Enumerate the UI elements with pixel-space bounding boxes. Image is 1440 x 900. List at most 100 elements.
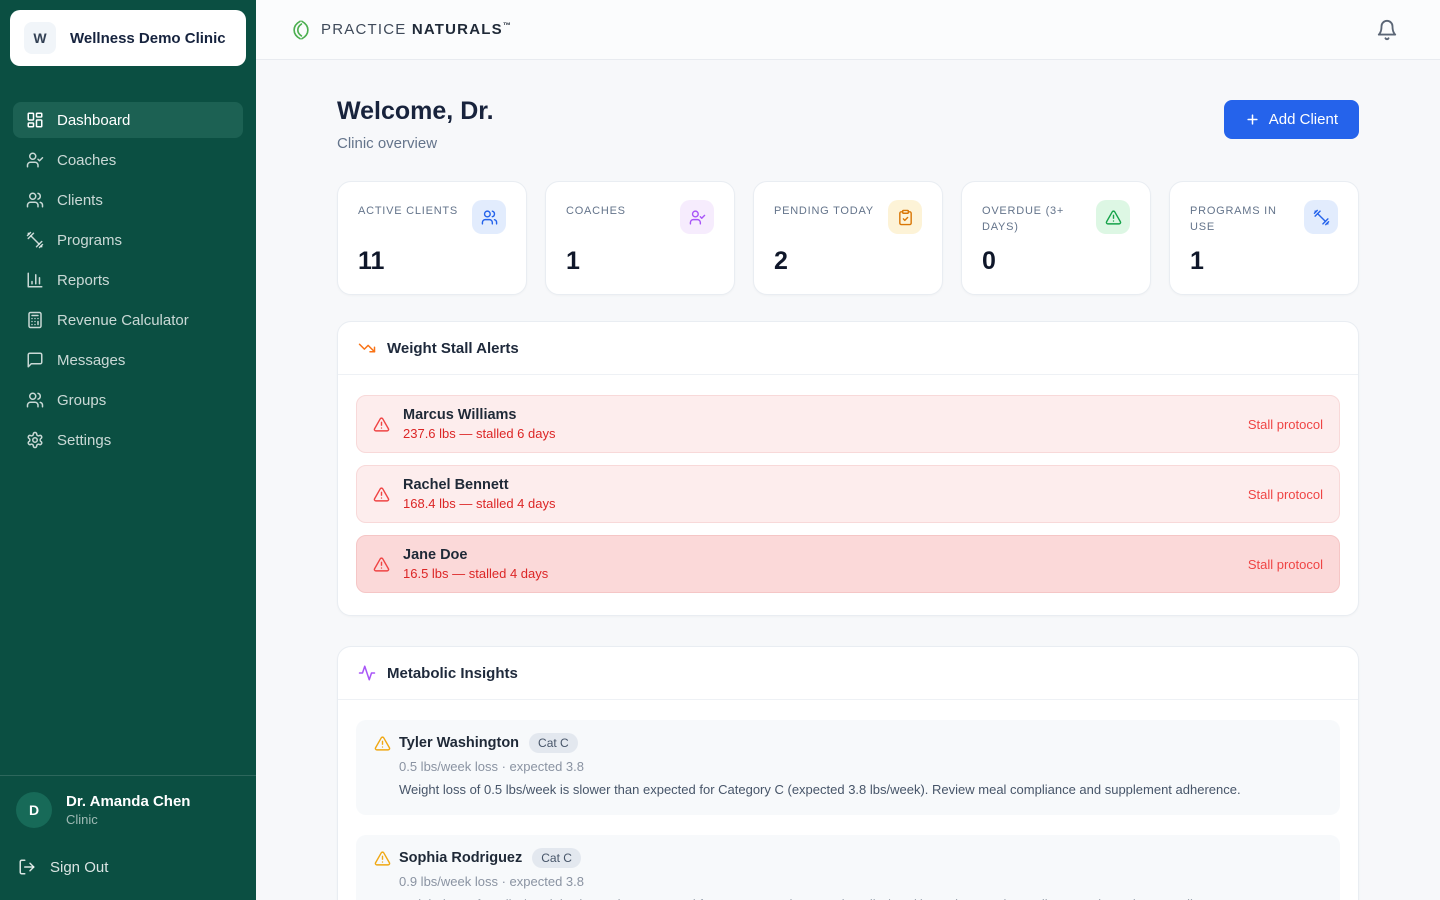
sidebar-item-label: Dashboard (57, 111, 131, 129)
insight-row[interactable]: Tyler Washington Cat C 0.5 lbs/week loss… (356, 720, 1340, 815)
avatar: D (16, 792, 52, 828)
sidebar-item-reports[interactable]: Reports (13, 262, 243, 298)
user-role: Clinic (66, 812, 98, 827)
sidebar-item-label: Groups (57, 391, 107, 409)
sign-out-label: Sign Out (50, 858, 109, 876)
clinic-avatar: W (24, 22, 56, 54)
calculator-icon (26, 311, 44, 329)
sidebar-item-label: Messages (57, 351, 126, 369)
insight-stats: 0.9 lbs/week loss · expected 3.8 (399, 873, 584, 889)
stall-alert-row[interactable]: Jane Doe 16.5 lbs — stalled 4 days Stall… (356, 535, 1340, 593)
sidebar-item-settings[interactable]: Settings (13, 422, 243, 458)
users-icon (26, 391, 44, 409)
top-bar: PRACTICE NATURALS™ (256, 0, 1440, 60)
gear-icon (26, 431, 44, 449)
main-content: Welcome, Dr. Clinic overview Add Client … (256, 60, 1440, 900)
stall-protocol-link[interactable]: Stall protocol (1248, 487, 1323, 502)
stat-card-active-clients: ACTIVE CLIENTS 11 (337, 181, 527, 295)
stat-value: 11 (358, 247, 385, 275)
stat-label: ACTIVE CLIENTS (358, 205, 459, 217)
brand-logo: PRACTICE NATURALS™ (290, 19, 512, 41)
stat-value: 1 (566, 247, 580, 275)
client-name: Tyler Washington (399, 735, 520, 751)
sidebar-item-programs[interactable]: Programs (13, 222, 243, 258)
dashboard-icon (26, 111, 44, 129)
add-client-button[interactable]: Add Client (1223, 100, 1359, 139)
stall-detail: 168.4 lbs — stalled 4 days (403, 496, 556, 511)
section-title: Weight Stall Alerts (387, 339, 519, 357)
sidebar-item-label: Reports (57, 271, 110, 289)
sidebar-item-label: Coaches (57, 151, 117, 169)
sidebar-item-label: Revenue Calculator (57, 311, 189, 329)
user-check-icon (26, 151, 44, 169)
section-title: Metabolic Insights (387, 664, 518, 682)
stall-detail: 237.6 lbs — stalled 6 days (403, 426, 556, 441)
alert-triangle-icon (373, 486, 390, 503)
sidebar-item-dashboard[interactable]: Dashboard (13, 102, 243, 138)
stat-label: PROGRAMS IN USE (1190, 205, 1277, 233)
activity-pulse-icon (358, 664, 376, 682)
stat-label: COACHES (566, 205, 626, 217)
sidebar-item-messages[interactable]: Messages (13, 342, 243, 378)
log-out-icon (18, 858, 36, 876)
stat-card-coaches: COACHES 1 (545, 181, 735, 295)
stat-card-overdue: OVERDUE (3+ DAYS) 0 (961, 181, 1151, 295)
stats-row: ACTIVE CLIENTS 11 COACHES 1 PENDING TODA… (337, 181, 1359, 295)
alert-triangle-icon (1096, 200, 1130, 234)
stall-detail: 16.5 lbs — stalled 4 days (403, 566, 549, 581)
sidebar-item-coaches[interactable]: Coaches (13, 142, 243, 178)
stat-label: PENDING TODAY (774, 205, 874, 217)
insight-description: Weight loss of 0.9 lbs/week is slower th… (399, 896, 1241, 900)
insight-row[interactable]: Sophia Rodriguez Cat C 0.9 lbs/week loss… (356, 834, 1340, 900)
leaf-icon (290, 19, 312, 41)
dumbbell-icon (26, 231, 44, 249)
stat-card-programs-in-use: PROGRAMS IN USE 1 (1169, 181, 1359, 295)
bar-chart-icon (26, 271, 44, 289)
category-badge: Cat C (529, 733, 578, 753)
dumbbell-icon (1304, 200, 1338, 234)
stall-alert-row[interactable]: Rachel Bennett 168.4 lbs — stalled 4 day… (356, 465, 1340, 523)
stat-card-pending-today: PENDING TODAY 2 (753, 181, 943, 295)
sign-out-button[interactable]: Sign Out (16, 854, 240, 884)
user-profile: D Dr. Amanda Chen Clinic (16, 792, 240, 828)
stat-label: OVERDUE (3+ DAYS) (982, 205, 1065, 233)
stall-alert-row[interactable]: Marcus Williams 237.6 lbs — stalled 6 da… (356, 395, 1340, 453)
sidebar-nav: Dashboard Coaches Clients Programs Repor… (0, 102, 256, 775)
sidebar-footer: D Dr. Amanda Chen Clinic Sign Out (0, 775, 256, 900)
metabolic-insights-card: Metabolic Insights Tyler Washington Cat … (337, 646, 1359, 900)
warning-triangle-icon (374, 850, 391, 867)
trending-down-icon (358, 339, 376, 357)
client-name: Jane Doe (403, 547, 468, 563)
stall-protocol-link[interactable]: Stall protocol (1248, 557, 1323, 572)
clinic-card[interactable]: W Wellness Demo Clinic (10, 10, 246, 66)
insight-description: Weight loss of 0.5 lbs/week is slower th… (399, 782, 1241, 797)
sidebar-item-groups[interactable]: Groups (13, 382, 243, 418)
sidebar-item-label: Settings (57, 431, 112, 449)
weight-stall-alerts-card: Weight Stall Alerts Marcus Williams 237.… (337, 321, 1359, 616)
sidebar-item-label: Programs (57, 231, 123, 249)
clipboard-check-icon (888, 200, 922, 234)
client-name: Sophia Rodriguez (399, 849, 523, 866)
sidebar-item-label: Clients (57, 191, 103, 209)
plus-icon (1245, 112, 1260, 127)
client-name: Rachel Bennett (403, 477, 509, 493)
clinic-name: Wellness Demo Clinic (70, 29, 226, 47)
warning-triangle-icon (374, 735, 391, 752)
sidebar-item-clients[interactable]: Clients (13, 182, 243, 218)
client-name: Marcus Williams (403, 407, 517, 423)
message-icon (26, 351, 44, 369)
category-badge: Cat C (532, 847, 581, 868)
brand-name: PRACTICE NATURALS™ (321, 21, 513, 38)
bell-icon[interactable] (1376, 19, 1398, 41)
stall-protocol-link[interactable]: Stall protocol (1248, 417, 1323, 432)
sidebar: W Wellness Demo Clinic Dashboard Coaches… (0, 0, 256, 900)
users-icon (472, 200, 506, 234)
user-name: Dr. Amanda Chen (66, 793, 191, 810)
alert-triangle-icon (373, 416, 390, 433)
insight-stats: 0.5 lbs/week loss · expected 3.8 (399, 759, 584, 774)
page-subtitle: Clinic overview (337, 135, 438, 152)
users-icon (26, 191, 44, 209)
sidebar-item-revenue-calculator[interactable]: Revenue Calculator (13, 302, 243, 338)
stat-value: 1 (1190, 247, 1204, 275)
page-title: Welcome, Dr. (337, 97, 494, 125)
